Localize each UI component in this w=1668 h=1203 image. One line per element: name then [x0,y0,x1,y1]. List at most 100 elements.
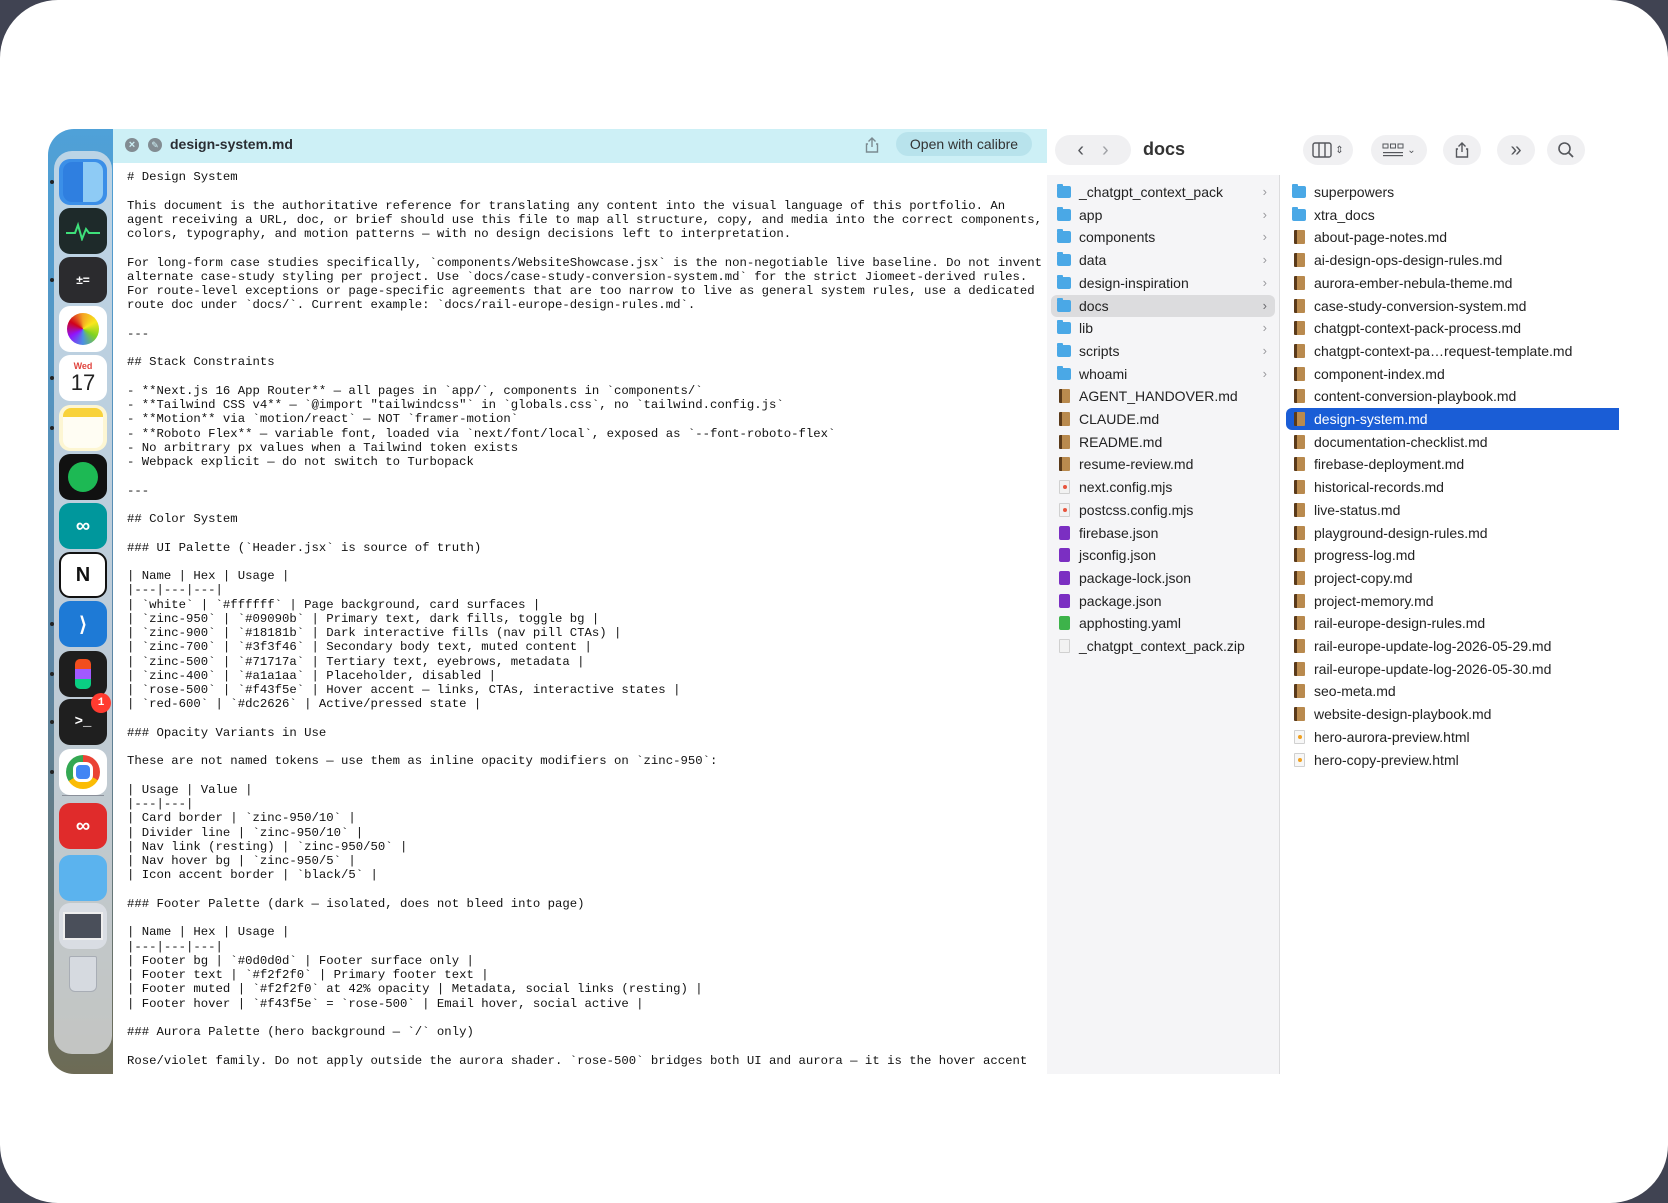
trash-icon[interactable] [59,951,107,997]
file-row[interactable]: ai-design-ops-design-rules.md [1286,249,1619,271]
md-file-icon [1294,412,1305,426]
file-row[interactable]: aurora-ember-nebula-theme.md [1286,272,1619,294]
file-row[interactable]: seo-meta.md [1286,680,1619,702]
file-row[interactable]: chatgpt-context-pack-process.md [1286,317,1619,339]
screen: ±= Wed 17 ∞ N ⟩ >_ 1 ∞ × ✎ design-system.md Open… [0,0,1668,1203]
file-row[interactable]: chatgpt-context-pa…request-template.md [1286,340,1619,362]
file-row[interactable]: apphosting.yaml [1051,612,1275,634]
file-row[interactable]: case-study-conversion-system.md [1286,295,1619,317]
folder-row[interactable]: superpowers [1286,181,1619,203]
item-label: design-system.md [1314,411,1428,427]
photos-icon[interactable] [59,306,107,352]
json-file-icon [1059,570,1070,585]
markup-icon[interactable]: ✎ [148,138,162,152]
figma-icon[interactable] [59,651,107,697]
file-row[interactable]: playground-design-rules.md [1286,522,1619,544]
file-row[interactable]: rail-europe-design-rules.md [1286,612,1619,634]
file-row[interactable]: progress-log.md [1286,544,1619,566]
item-label: rail-europe-update-log-2026-05-30.md [1314,660,1552,677]
forward-icon[interactable]: › [1102,139,1109,162]
file-row[interactable]: website-design-playbook.md [1286,703,1619,725]
item-label: apphosting.yaml [1079,615,1181,632]
group-icon [1382,143,1404,157]
file-row[interactable]: _chatgpt_context_pack.zip [1051,635,1275,657]
file-row[interactable]: firebase.json [1051,522,1275,544]
file-row[interactable]: package.json [1051,590,1275,612]
search-icon [1558,142,1574,158]
folder-row[interactable]: app › [1051,204,1275,226]
folder-row[interactable]: components › [1051,226,1275,248]
md-file-icon [1294,593,1305,608]
activity-monitor-icon[interactable] [59,208,107,254]
quicklook-content[interactable]: # Design System This document is the aut… [113,163,1047,1074]
file-row[interactable]: rail-europe-update-log-2026-05-30.md [1286,658,1619,680]
calendar-icon[interactable]: Wed 17 [59,355,107,401]
back-icon[interactable]: ‹ [1077,139,1084,162]
file-row[interactable]: project-copy.md [1286,567,1619,589]
more-toolbar-icon[interactable]: » [1497,135,1535,165]
search-button[interactable] [1547,135,1585,165]
finder-icon[interactable] [59,159,107,205]
folder-icon [1057,184,1071,198]
arduino-icon[interactable]: ∞ [59,503,107,549]
item-label: package.json [1079,592,1162,609]
notification-badge: 1 [91,693,111,713]
file-row[interactable]: design-system.md [1286,408,1619,430]
folder-row[interactable]: scripts › [1051,340,1275,362]
file-row[interactable]: component-index.md [1286,363,1619,385]
folder-row[interactable]: _chatgpt_context_pack › [1051,181,1275,203]
file-row[interactable]: AGENT_HANDOVER.md [1051,385,1275,407]
chevron-right-icon: › [1262,206,1267,222]
folder-icon [1292,206,1306,221]
view-columns-button[interactable]: ⇕ [1303,135,1353,165]
file-row[interactable]: project-memory.md [1286,590,1619,612]
folder-row[interactable]: data › [1051,249,1275,271]
chevron-right-icon: › [1262,365,1267,381]
file-row[interactable]: resume-review.md [1051,453,1275,475]
folder-row[interactable]: xtra_docs [1286,204,1619,226]
item-label: resume-review.md [1079,456,1194,473]
folder-row[interactable]: design-inspiration › [1051,272,1275,294]
file-row[interactable]: jsconfig.json [1051,544,1275,566]
file-row[interactable]: documentation-checklist.md [1286,431,1619,453]
folder-icon [1057,229,1071,244]
dock-separator [62,795,104,796]
spotify-icon[interactable] [59,454,107,500]
item-label: rail-europe-update-log-2026-05-29.md [1314,638,1552,654]
chrome-icon[interactable] [59,749,107,795]
terminal-icon[interactable]: >_ 1 [59,693,111,745]
creative-cloud-icon[interactable]: ∞ [59,803,107,849]
folder-row[interactable]: whoami › [1051,363,1275,385]
file-row[interactable]: postcss.config.mjs [1051,499,1275,521]
file-row[interactable]: package-lock.json [1051,567,1275,589]
group-button[interactable]: ⌄ [1371,135,1427,165]
file-row[interactable]: next.config.mjs [1051,476,1275,498]
file-row[interactable]: hero-aurora-preview.html [1286,726,1619,748]
folder-icon[interactable] [59,855,107,901]
share-icon[interactable] [863,136,881,154]
file-row[interactable]: historical-records.md [1286,476,1619,498]
item-label: jsconfig.json [1079,547,1157,564]
vscode-icon[interactable]: ⟩ [59,601,107,647]
calculator-icon[interactable]: ±= [59,257,107,303]
file-row[interactable]: live-status.md [1286,499,1619,521]
file-row[interactable]: rail-europe-update-log-2026-05-29.md [1286,635,1619,657]
file-row[interactable]: firebase-deployment.md [1286,453,1619,475]
notion-icon[interactable]: N [59,552,107,598]
md-file-icon [1294,525,1305,540]
file-row[interactable]: about-page-notes.md [1286,226,1619,248]
md-file-icon [1059,457,1070,472]
notes-icon[interactable] [59,405,107,451]
item-label: documentation-checklist.md [1314,433,1488,450]
file-row[interactable]: README.md [1051,431,1275,453]
folder-row[interactable]: lib › [1051,317,1275,339]
screenshot-icon[interactable] [59,903,107,949]
html-file-icon [1294,752,1305,767]
file-row[interactable]: hero-copy-preview.html [1286,749,1619,771]
close-icon[interactable]: × [125,138,139,152]
file-row[interactable]: content-conversion-playbook.md [1286,385,1619,407]
folder-row[interactable]: docs › [1051,294,1275,317]
file-row[interactable]: CLAUDE.md [1051,408,1275,430]
open-with-button[interactable]: Open with calibre [896,132,1032,156]
share-button[interactable] [1443,135,1481,165]
